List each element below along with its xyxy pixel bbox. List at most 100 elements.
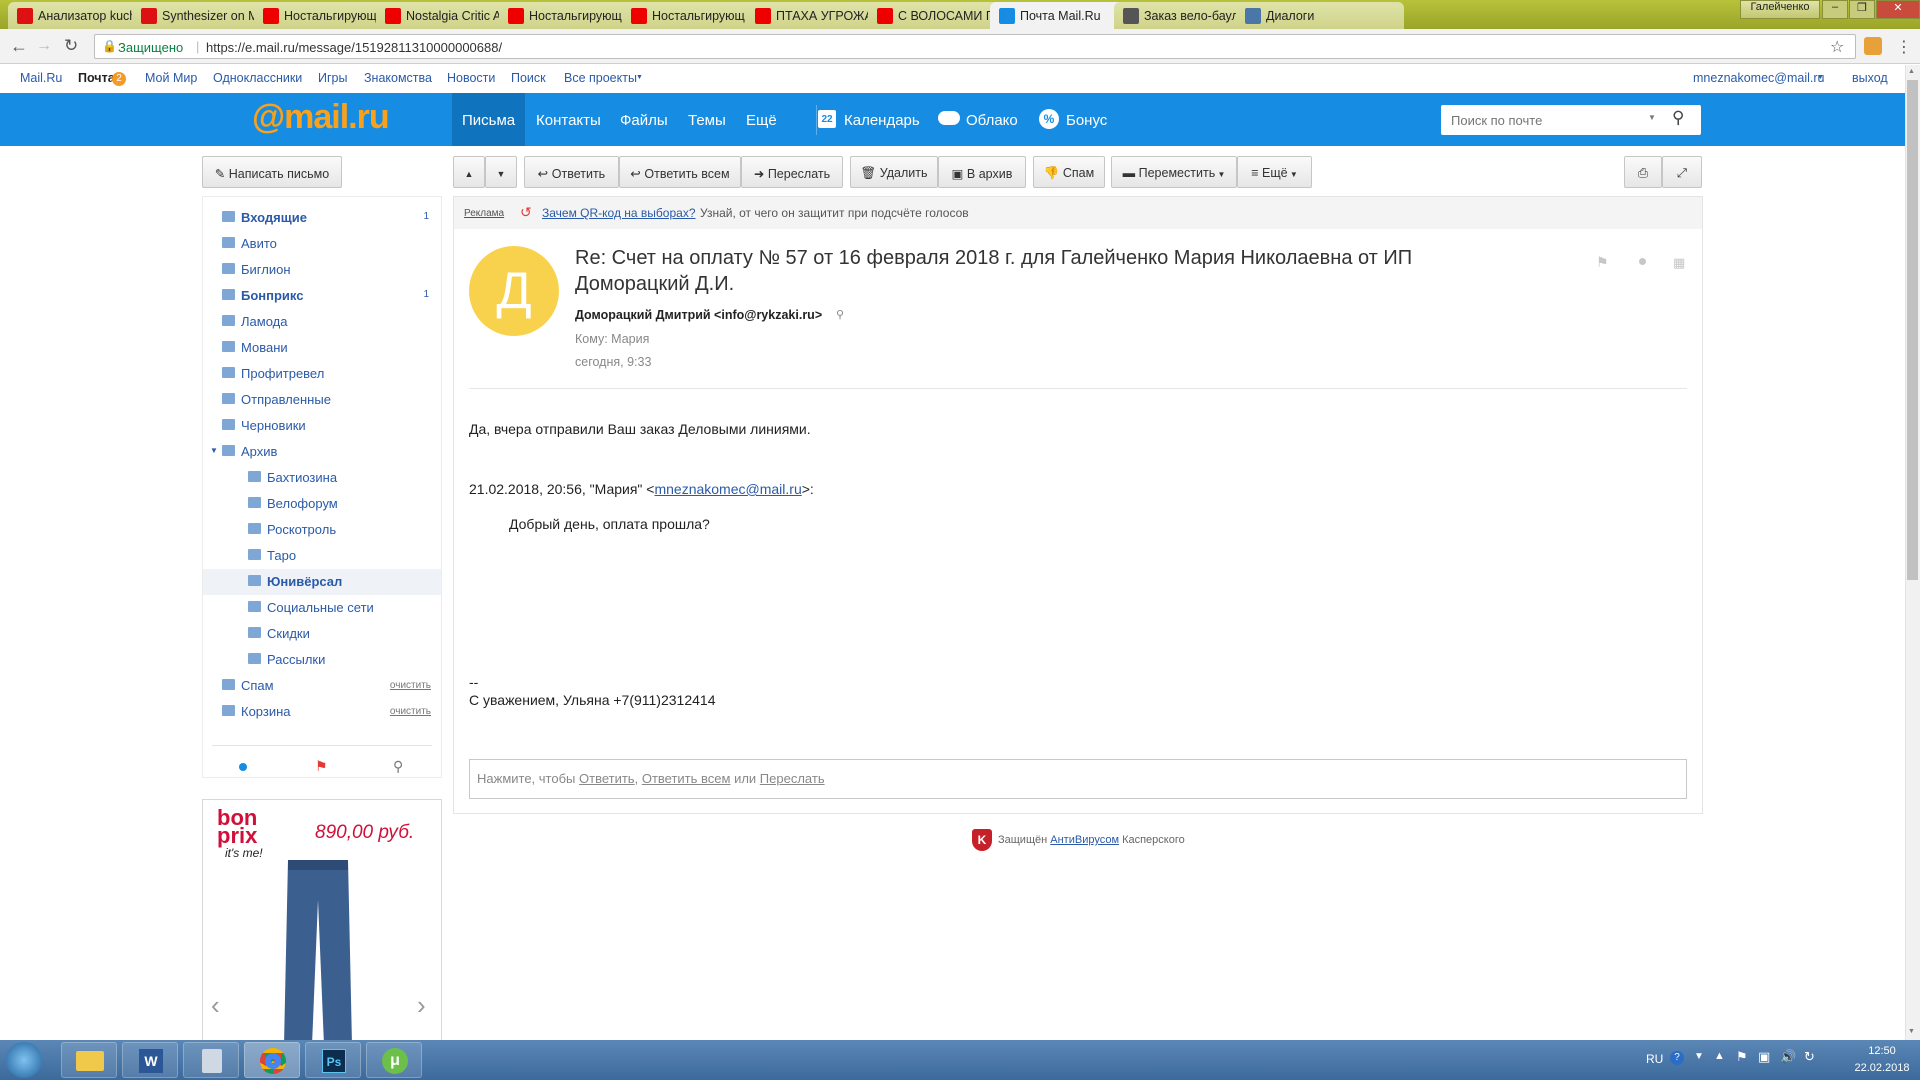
mailru-logo[interactable]: @mail.ru — [252, 98, 390, 137]
taskbar-word[interactable]: W — [122, 1042, 178, 1078]
reload-icon[interactable]: ↻ — [64, 36, 78, 56]
calendar-add-icon[interactable]: ▦ — [1673, 255, 1685, 271]
quote-email-link[interactable]: mneznakomec@mail.ru — [654, 481, 801, 497]
sender-search-icon[interactable]: ⚲ — [836, 308, 844, 321]
search-scope-chevron-down-icon[interactable]: ▼ — [1648, 113, 1656, 122]
portal-link-dating[interactable]: Знакомства — [364, 71, 432, 85]
folder-item[interactable]: Бонприкс 1 — [203, 283, 441, 309]
folder-item[interactable]: Авито — [203, 231, 441, 257]
folder-item[interactable]: Отправленные — [203, 387, 441, 413]
nav-contacts[interactable]: Контакты — [536, 112, 601, 129]
nav-themes[interactable]: Темы — [688, 112, 726, 129]
folder-item[interactable]: Велофорум — [203, 491, 441, 517]
folder-item[interactable]: Профитревел — [203, 361, 441, 387]
nav-letters[interactable]: Письма — [462, 112, 515, 129]
folder-clear-link[interactable]: очистить — [390, 706, 431, 717]
scroll-down-icon[interactable]: ▼ — [1908, 1028, 1915, 1035]
read-status-icon[interactable] — [1639, 258, 1646, 265]
print-button[interactable]: ⎙ — [1624, 156, 1662, 188]
quick-reply-link[interactable]: Ответить — [579, 771, 635, 786]
taskbar-utorrent[interactable]: μ — [366, 1042, 422, 1078]
portal-link-games[interactable]: Игры — [318, 71, 347, 85]
spam-button[interactable]: 👎 Спам — [1033, 156, 1105, 188]
forward-icon[interactable]: → — [36, 37, 52, 55]
folder-item[interactable]: Таро — [203, 543, 441, 569]
input-language[interactable]: RU — [1646, 1052, 1663, 1066]
tray-expand-icon[interactable]: ▲ — [1714, 1050, 1725, 1062]
folder-clear-link[interactable]: очистить — [390, 680, 431, 691]
delete-button[interactable]: 🗑 Удалить — [850, 156, 938, 188]
account-email[interactable]: mneznakomec@mail.ru — [1693, 71, 1824, 85]
taskbar-photoshop[interactable]: Ps — [305, 1042, 361, 1078]
taskbar-calculator[interactable] — [183, 1042, 239, 1078]
new-tab-button[interactable] — [1358, 2, 1402, 29]
quick-reply-box[interactable]: Нажмите, чтобы Ответить, Ответить всем и… — [469, 759, 1687, 799]
portal-link-my-world[interactable]: Мой Мир — [145, 71, 197, 85]
taskbar-explorer[interactable] — [61, 1042, 117, 1078]
folder-item[interactable]: Социальные сети — [203, 595, 441, 621]
folder-item[interactable]: Юнивёрсал — [203, 569, 441, 595]
filter-flagged-icon[interactable]: ⚑ — [315, 758, 328, 775]
clock-time[interactable]: 12:50 — [1856, 1045, 1908, 1057]
more-button[interactable]: ≡ Ещё ▼ — [1237, 156, 1312, 188]
account-chevron-down-icon[interactable]: ▼ — [1817, 71, 1824, 81]
profile-chip[interactable]: Галейченко — [1740, 0, 1820, 19]
scrollbar-thumb[interactable] — [1907, 80, 1918, 580]
service-cloud[interactable]: Облако — [966, 112, 1018, 129]
folder-item[interactable]: Рассылки — [203, 647, 441, 673]
nav-files[interactable]: Файлы — [620, 112, 668, 129]
folder-item[interactable]: Черновики — [203, 413, 441, 439]
logout-link[interactable]: выход — [1852, 71, 1888, 85]
compose-button[interactable]: ✎ Написать письмо — [202, 156, 342, 188]
mail-search-input[interactable] — [1441, 105, 1701, 135]
clock-date[interactable]: 22.02.2018 — [1850, 1062, 1914, 1074]
ad-prev-icon[interactable]: ‹ — [211, 990, 220, 1021]
all-projects-chevron-down-icon[interactable]: ▼ — [636, 74, 643, 81]
portal-link-odnoklassniki[interactable]: Одноклассники — [213, 71, 302, 85]
scroll-up-icon[interactable]: ▲ — [1908, 68, 1915, 75]
help-icon[interactable]: ? — [1670, 1051, 1684, 1065]
folder-item[interactable]: Ламода — [203, 309, 441, 335]
quick-reply-all-link[interactable]: Ответить всем — [642, 771, 731, 786]
service-calendar[interactable]: Календарь — [844, 112, 920, 129]
forward-button[interactable]: ➜ Переслать — [741, 156, 843, 188]
bookmark-star-icon[interactable]: ☆ — [1830, 37, 1844, 57]
service-bonus[interactable]: Бонус — [1066, 112, 1107, 129]
portal-link-mail[interactable]: Почта — [78, 71, 115, 85]
folder-item[interactable]: Спам очистить — [203, 673, 441, 699]
folder-item[interactable]: ▼ Архив — [203, 439, 441, 465]
folder-item[interactable]: Входящие 1 — [203, 205, 441, 231]
start-button[interactable] — [6, 1042, 42, 1078]
volume-icon[interactable]: 🔊 — [1780, 1049, 1796, 1065]
action-center-flag-icon[interactable]: ⚑ — [1736, 1049, 1748, 1065]
nav-more[interactable]: Ещё — [746, 112, 777, 129]
ad-next-icon[interactable]: › — [417, 990, 426, 1021]
next-message-button[interactable]: ▼ — [485, 156, 517, 188]
portal-link-search[interactable]: Поиск — [511, 71, 546, 85]
antivirus-link[interactable]: АнтиВирусом — [1050, 834, 1119, 846]
flag-icon[interactable]: ⚑ — [1596, 254, 1609, 271]
tray-chevron-icon[interactable]: ▼ — [1694, 1051, 1704, 1062]
move-button[interactable]: ▬ Переместить ▼ — [1111, 156, 1237, 188]
folder-item[interactable]: Роскотроль — [203, 517, 441, 543]
reply-button[interactable]: ↩ Ответить — [524, 156, 619, 188]
filter-attachment-icon[interactable]: ⚲ — [393, 758, 403, 775]
reply-all-button[interactable]: ↩ Ответить всем — [619, 156, 741, 188]
network-icon[interactable]: ▣ — [1758, 1049, 1770, 1065]
portal-link-news[interactable]: Новости — [447, 71, 495, 85]
folder-item[interactable]: Бахтиозина — [203, 465, 441, 491]
quick-forward-link[interactable]: Переслать — [760, 771, 825, 786]
collapse-chevron-down-icon[interactable]: ▼ — [210, 446, 218, 455]
taskbar-chrome[interactable] — [244, 1042, 300, 1078]
chrome-menu-icon[interactable]: ⋮ — [1896, 37, 1912, 57]
portal-link-mailru[interactable]: Mail.Ru — [20, 71, 62, 85]
portal-link-all-projects[interactable]: Все проекты — [564, 71, 637, 85]
back-icon[interactable]: ← — [10, 36, 28, 57]
archive-button[interactable]: ▣ В архив — [938, 156, 1026, 188]
folder-item[interactable]: Биглион — [203, 257, 441, 283]
sidebar-ad[interactable]: bon prix it's me! 890,00 руб. ‹ › — [202, 799, 442, 1044]
folder-item[interactable]: Корзина очистить — [203, 699, 441, 725]
close-window-icon[interactable]: ✕ — [1876, 0, 1920, 19]
fullscreen-button[interactable]: ⤢ — [1662, 156, 1702, 188]
extension-icon[interactable] — [1864, 37, 1882, 55]
